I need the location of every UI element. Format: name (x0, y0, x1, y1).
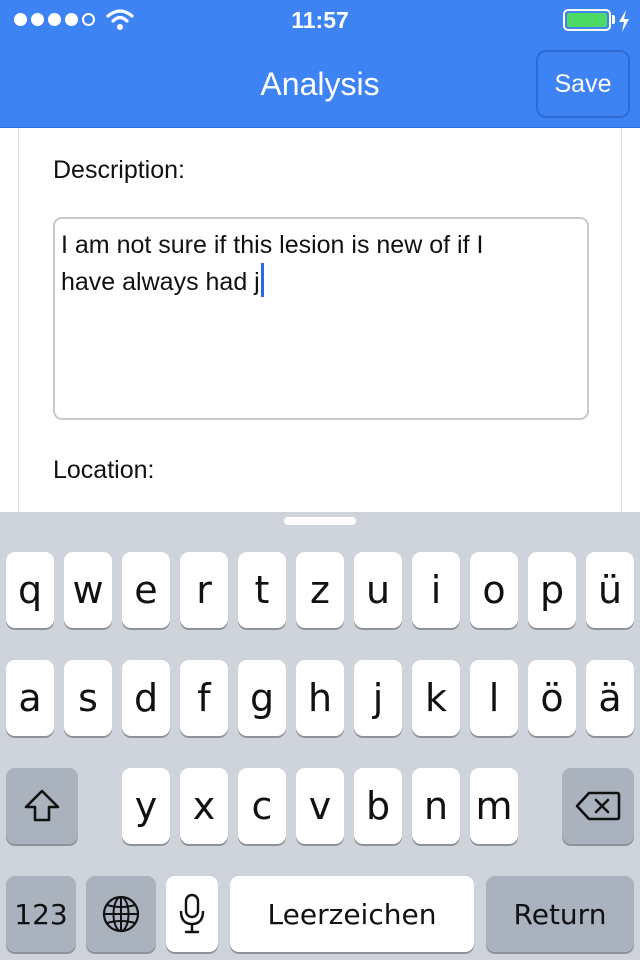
form-card: Description: I am not sure if this lesio… (18, 128, 622, 512)
key-w[interactable]: w (64, 552, 112, 628)
key-o[interactable]: o (470, 552, 518, 628)
key-z[interactable]: z (296, 552, 344, 628)
key-f[interactable]: f (180, 660, 228, 736)
key-a[interactable]: a (6, 660, 54, 736)
key-b[interactable]: b (354, 768, 402, 844)
key-t[interactable]: t (238, 552, 286, 628)
delete-icon (575, 791, 621, 821)
key-v[interactable]: v (296, 768, 344, 844)
keyboard-handle[interactable] (284, 517, 356, 525)
navigation-header: 11:57 Analysis Save (0, 0, 640, 128)
description-label: Description: (53, 156, 185, 184)
space-key[interactable]: Leerzeichen (230, 876, 474, 952)
key-m[interactable]: m (470, 768, 518, 844)
key-j[interactable]: j (354, 660, 402, 736)
globe-icon (102, 895, 140, 933)
key-y[interactable]: y (122, 768, 170, 844)
key-a-umlaut[interactable]: ä (586, 660, 634, 736)
charging-icon (619, 10, 629, 32)
delete-key[interactable] (562, 768, 634, 844)
key-h[interactable]: h (296, 660, 344, 736)
description-line: I am not sure if this lesion is new of i… (61, 231, 484, 259)
key-s[interactable]: s (64, 660, 112, 736)
key-u-umlaut[interactable]: ü (586, 552, 634, 628)
key-l[interactable]: l (470, 660, 518, 736)
battery-icon (563, 9, 611, 31)
key-k[interactable]: k (412, 660, 460, 736)
dictation-key[interactable] (166, 876, 218, 952)
key-i[interactable]: i (412, 552, 460, 628)
key-e[interactable]: e (122, 552, 170, 628)
status-bar: 11:57 (0, 0, 640, 40)
shift-key[interactable] (6, 768, 78, 844)
onscreen-keyboard: q w e r t z u i o p ü a s d f g h j k l … (0, 512, 640, 960)
numbers-key[interactable]: 123 (6, 876, 76, 952)
text-caret (260, 263, 264, 297)
save-button[interactable]: Save (536, 50, 630, 118)
key-c[interactable]: c (238, 768, 286, 844)
microphone-icon (179, 893, 205, 934)
key-x[interactable]: x (180, 768, 228, 844)
status-time: 11:57 (291, 7, 349, 33)
key-p[interactable]: p (528, 552, 576, 628)
description-field[interactable]: I am not sure if this lesion is new of i… (53, 217, 589, 420)
key-n[interactable]: n (412, 768, 460, 844)
key-o-umlaut[interactable]: ö (528, 660, 576, 736)
key-d[interactable]: d (122, 660, 170, 736)
location-label: Location: (53, 456, 155, 484)
description-line: have always had j (61, 263, 581, 300)
key-g[interactable]: g (238, 660, 286, 736)
shift-icon (24, 789, 60, 822)
key-q[interactable]: q (6, 552, 54, 628)
return-key[interactable]: Return (486, 876, 634, 952)
key-u[interactable]: u (354, 552, 402, 628)
key-r[interactable]: r (180, 552, 228, 628)
globe-key[interactable] (86, 876, 156, 952)
